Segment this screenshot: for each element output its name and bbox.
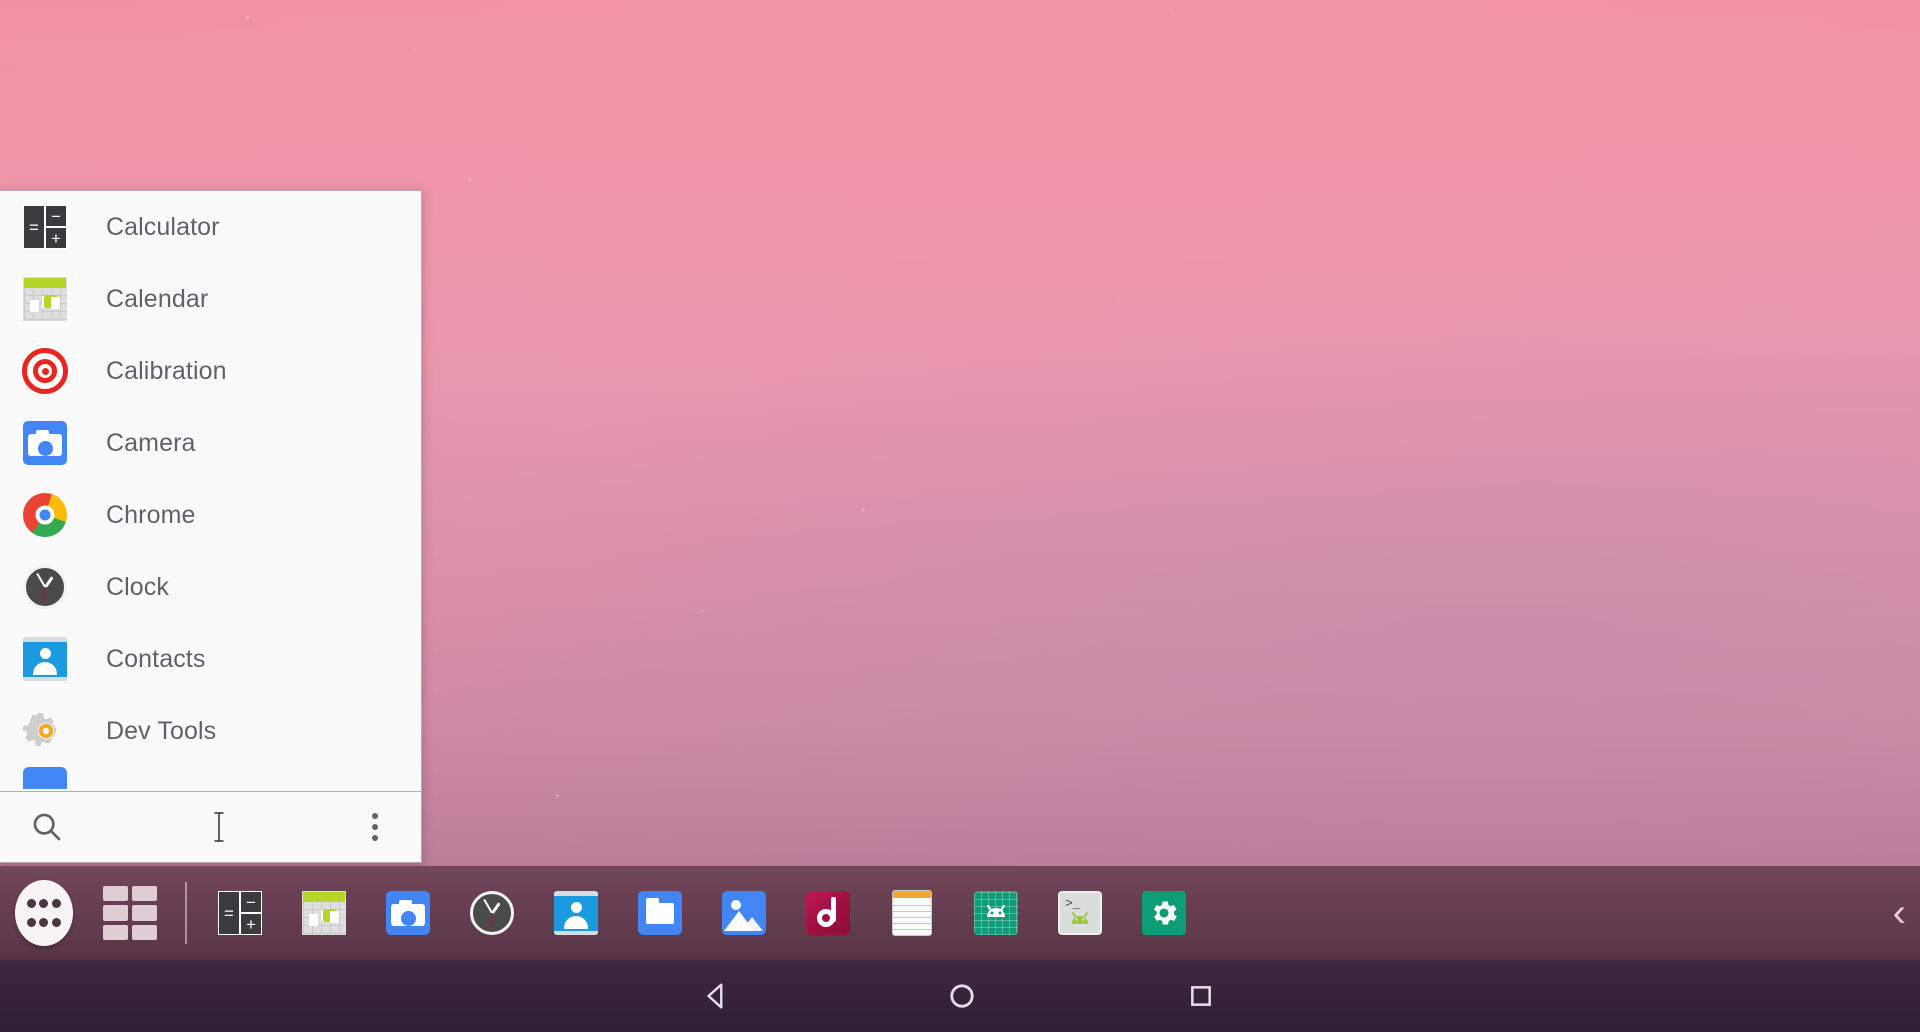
taskbar-item-android[interactable] <box>965 882 1027 944</box>
app-list-item-chrome[interactable]: Chrome <box>0 479 421 551</box>
terminal-icon: >_ <box>1058 891 1102 935</box>
contacts-icon <box>554 891 598 935</box>
app-list-item-camera[interactable]: Camera <box>0 407 421 479</box>
app-list-item-calendar[interactable]: Calendar <box>0 263 421 335</box>
chevron-left-icon[interactable]: ‹ <box>1893 893 1906 933</box>
gears-icon-svg <box>23 712 57 747</box>
target-icon <box>22 348 68 394</box>
notes-icon <box>892 890 932 936</box>
gallery-icon <box>722 891 766 935</box>
calculator-icon: − = + <box>218 891 262 935</box>
blue-app-icon-partial <box>22 767 68 789</box>
folder-icon <box>638 891 682 935</box>
app-list-item-partial[interactable] <box>0 767 421 791</box>
android-grid-icon <box>974 891 1018 935</box>
taskbar-item-camera[interactable] <box>377 882 439 944</box>
taskbar-item-notes[interactable] <box>881 882 943 944</box>
contacts-icon <box>22 636 68 682</box>
taskbar-item-contacts[interactable] <box>545 882 607 944</box>
calculator-icon: − = + <box>22 204 68 250</box>
app-list[interactable]: − = + Calculator Calendar Calibration Ca… <box>0 190 422 791</box>
taskbar-item-terminal[interactable]: >_ <box>1049 882 1111 944</box>
app-list-popup: − = + Calculator Calendar Calibration Ca… <box>0 190 422 863</box>
app-list-item-label: Calendar <box>106 284 209 313</box>
taskbar-item-gallery[interactable] <box>713 882 775 944</box>
app-list-item-clock[interactable]: Clock <box>0 551 421 623</box>
camera-icon <box>386 891 430 935</box>
workspaces-grid-button[interactable] <box>103 886 157 940</box>
search-input[interactable] <box>64 792 355 862</box>
camera-icon <box>22 420 68 466</box>
all-apps-button[interactable] <box>15 880 73 946</box>
taskbar-item-clock[interactable] <box>461 882 523 944</box>
app-list-item-label: Clock <box>106 572 170 601</box>
clock-icon <box>470 891 514 935</box>
settings-gear-icon <box>1142 891 1186 935</box>
app-list-item-calibration[interactable]: Calibration <box>0 335 421 407</box>
calendar-icon <box>22 276 68 322</box>
app-list-item-label: Contacts <box>106 644 206 673</box>
app-list-item-label: Dev Tools <box>106 716 217 745</box>
home-circle-icon[interactable] <box>945 979 979 1013</box>
app-list-item-calculator[interactable]: − = + Calculator <box>0 191 421 263</box>
taskbar-item-calendar[interactable] <box>293 882 355 944</box>
taskbar-app-icons: − = + >_ <box>209 882 1195 944</box>
taskbar-item-music[interactable] <box>797 882 859 944</box>
calendar-icon <box>302 891 346 935</box>
chrome-icon <box>22 492 68 538</box>
taskbar-item-calculator[interactable]: − = + <box>209 882 271 944</box>
search-icon[interactable] <box>30 810 64 844</box>
app-list-item-label: Calculator <box>106 212 220 241</box>
taskbar: − = + >_ ‹ <box>0 866 1920 960</box>
music-icon <box>806 891 850 935</box>
app-list-item-label: Chrome <box>106 500 196 529</box>
screen: − = + Calculator Calendar Calibration Ca… <box>0 0 1920 1032</box>
taskbar-divider <box>185 882 187 944</box>
app-list-item-label: Calibration <box>106 356 227 385</box>
app-list-item-dev-tools[interactable]: Dev Tools <box>0 695 421 767</box>
recents-square-icon[interactable] <box>1185 980 1217 1012</box>
clock-icon <box>22 564 68 610</box>
navigation-bar <box>0 960 1920 1032</box>
app-list-item-contacts[interactable]: Contacts <box>0 623 421 695</box>
taskbar-item-files[interactable] <box>629 882 691 944</box>
text-cursor-icon <box>214 812 224 842</box>
gears-icon <box>22 708 68 754</box>
app-list-item-label: Camera <box>106 428 196 457</box>
back-triangle-icon[interactable] <box>700 979 734 1013</box>
taskbar-item-settings[interactable] <box>1133 882 1195 944</box>
more-vertical-icon[interactable] <box>355 813 395 841</box>
app-search-bar[interactable] <box>0 791 422 863</box>
